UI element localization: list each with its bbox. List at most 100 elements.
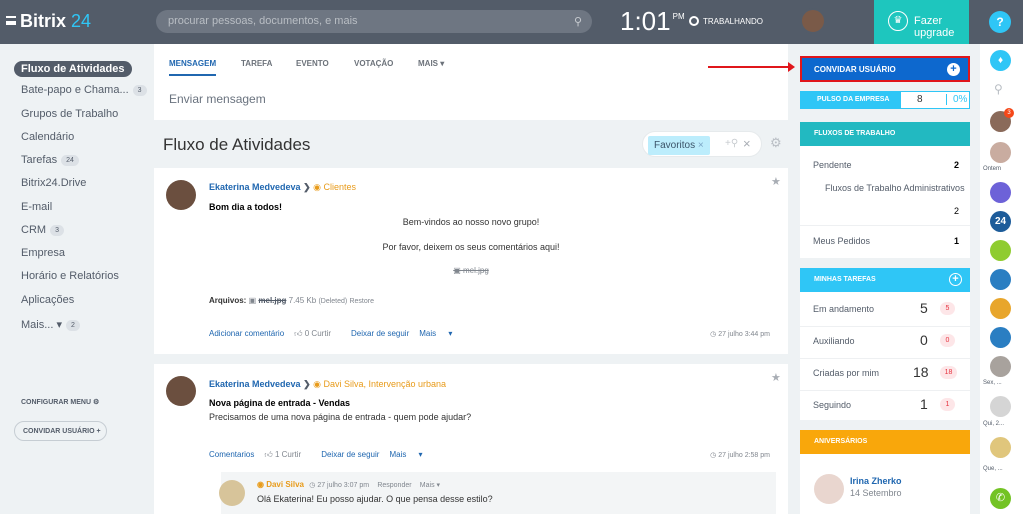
- menu-item-activity-stream[interactable]: Fluxo de Atividades: [14, 61, 132, 77]
- avatar[interactable]: [990, 437, 1011, 458]
- filter-tag[interactable]: Favoritos ×: [648, 136, 710, 155]
- star-icon[interactable]: ★: [771, 371, 781, 384]
- workflow-my-requests[interactable]: Meus Pedidos: [813, 236, 870, 246]
- plus-icon: +: [96, 428, 101, 435]
- tab-poll[interactable]: VOTAÇÃO: [354, 59, 393, 68]
- avatar[interactable]: [990, 298, 1011, 319]
- help-button[interactable]: ?: [989, 11, 1011, 33]
- task-pill[interactable]: 18: [940, 366, 957, 379]
- menu-item-applications[interactable]: Aplicações: [21, 294, 74, 306]
- star-icon[interactable]: ★: [771, 175, 781, 188]
- workflows-widget: FLUXOS DE TRABALHO Pendente 2 Fluxos de …: [800, 122, 970, 258]
- configure-menu-button[interactable]: CONFIGURAR MENU ⚙: [21, 398, 99, 406]
- tab-task[interactable]: TAREFA: [241, 59, 272, 68]
- workflows-title[interactable]: FLUXOS DE TRABALHO: [800, 122, 970, 146]
- unfollow-link[interactable]: Deixar de seguir: [321, 450, 379, 459]
- tab-event[interactable]: EVENTO: [296, 59, 329, 68]
- avatar[interactable]: [814, 474, 844, 504]
- comment-author[interactable]: ◉ Davi Silva: [257, 480, 304, 489]
- invite-user-button[interactable]: CONVIDAR USUÁRIO +: [800, 56, 970, 82]
- comment-more-link[interactable]: Mais ▾: [420, 482, 440, 489]
- menu-item-email[interactable]: E-mail: [21, 201, 52, 213]
- lock-icon[interactable]: [990, 327, 1011, 348]
- task-row-assisting[interactable]: Auxiliando: [813, 336, 855, 346]
- task-pill[interactable]: 5: [940, 302, 955, 315]
- logo[interactable]: Bitrix 24: [20, 11, 91, 32]
- avatar[interactable]: 3: [990, 108, 1014, 132]
- reply-link[interactable]: Responder: [377, 482, 411, 489]
- task-pill[interactable]: 1: [940, 398, 955, 411]
- chat-group-icon[interactable]: [990, 182, 1011, 203]
- tab-more[interactable]: MAIS ▾: [418, 59, 444, 68]
- count-badge: 24: [61, 155, 79, 166]
- group-icon[interactable]: [990, 269, 1011, 290]
- search-icon[interactable]: ⚲: [994, 82, 1003, 96]
- task-pill[interactable]: 0: [940, 334, 955, 347]
- menu-item-tasks[interactable]: Tarefas 24: [21, 154, 79, 166]
- menu-icon[interactable]: [6, 16, 16, 25]
- menu-item-chat[interactable]: Bate-papo e Chama... 3: [21, 84, 147, 96]
- like-link[interactable]: 👍︎ 1 Curtir: [264, 450, 311, 459]
- task-row-created[interactable]: Criadas por mim: [813, 368, 879, 378]
- clear-filter-icon[interactable]: ×: [743, 136, 751, 151]
- workflow-admin[interactable]: Fluxos de Trabalho Administrativos: [825, 183, 965, 193]
- clock[interactable]: 1:01 PM: [620, 6, 685, 37]
- post-image-link[interactable]: ▣ mel.jpg: [154, 266, 788, 275]
- gear-icon[interactable]: ⚙: [770, 135, 782, 151]
- menu-item-calendar[interactable]: Calendário: [21, 131, 74, 143]
- search-input[interactable]: procurar pessoas, documentos, e mais ⚲: [156, 10, 592, 33]
- avatar[interactable]: [990, 396, 1011, 417]
- post-author[interactable]: Ekaterina Medvedeva: [209, 182, 301, 192]
- divider: [800, 326, 970, 327]
- workflow-pending[interactable]: Pendente: [813, 160, 852, 170]
- lock-icon[interactable]: [990, 240, 1011, 261]
- menu-item-crm[interactable]: CRM 3: [21, 224, 64, 236]
- message-input[interactable]: Enviar mensagem: [169, 92, 266, 106]
- task-row-in-progress[interactable]: Em andamento: [813, 304, 874, 314]
- menu-item-more[interactable]: Mais... ▾ 2: [21, 318, 80, 331]
- user-avatar[interactable]: [800, 8, 826, 34]
- workflow-requests-count: 1: [954, 236, 960, 246]
- task-row-following[interactable]: Seguindo: [813, 400, 851, 410]
- close-icon[interactable]: ×: [698, 140, 704, 151]
- file-restore-link[interactable]: Restore: [349, 298, 374, 305]
- tasks-header[interactable]: MINHAS TAREFAS +: [800, 268, 970, 292]
- phone-icon[interactable]: ✆: [990, 488, 1011, 509]
- menu-item-drive[interactable]: Bitrix24.Drive: [21, 177, 86, 189]
- avatar[interactable]: [166, 376, 196, 406]
- file-name[interactable]: mel.jpg: [258, 296, 286, 305]
- like-link[interactable]: 👍︎ 0 Curtir: [294, 329, 341, 338]
- feed-post: Ekaterina Medvedeva ❯ ◉ Davi Silva, Inte…: [154, 364, 788, 514]
- unfollow-link[interactable]: Deixar de seguir: [351, 329, 409, 338]
- menu-item-company[interactable]: Empresa: [21, 247, 65, 259]
- invite-user-button[interactable]: CONVIDAR USUÁRIO +: [14, 421, 107, 441]
- post-author[interactable]: Ekaterina Medvedeva: [209, 379, 301, 389]
- bitrix24-icon[interactable]: 24: [990, 211, 1011, 232]
- search-icon[interactable]: ⚲: [574, 15, 582, 28]
- birthday-name[interactable]: Irina Zherko: [850, 476, 902, 486]
- menu-item-workgroups[interactable]: Grupos de Trabalho: [21, 108, 118, 120]
- feed-filter[interactable]: Favoritos × +⚲ ×: [642, 131, 762, 157]
- avatar[interactable]: [990, 356, 1011, 377]
- company-pulse[interactable]: PULSO DA EMPRESA 8 0%: [800, 91, 970, 109]
- comments-link[interactable]: Comentarios: [209, 450, 254, 459]
- post-text-line: Por favor, deixem os seus comentários aq…: [382, 242, 560, 252]
- menu-item-time-reports[interactable]: Horário e Relatórios: [21, 270, 119, 282]
- upgrade-button[interactable]: ♛ Fazer upgrade: [874, 0, 969, 44]
- birthday-date: 14 Setembro: [850, 488, 902, 498]
- avatar[interactable]: [219, 480, 245, 506]
- add-filter-icon[interactable]: +⚲: [725, 138, 738, 149]
- tab-message[interactable]: MENSAGEM: [169, 59, 217, 76]
- post-date: ◷ 27 julho 3:44 pm: [710, 331, 770, 338]
- more-link[interactable]: Mais ▾: [389, 450, 422, 459]
- avatar[interactable]: [166, 180, 196, 210]
- add-comment-link[interactable]: Adicionar comentário: [209, 329, 284, 338]
- birthdays-title[interactable]: ANIVERSÁRIOS: [800, 430, 970, 454]
- post-destination[interactable]: ◉ Davi Silva, Intervenção urbana: [313, 379, 446, 389]
- post-destination[interactable]: ◉ Clientes: [313, 182, 356, 192]
- plus-icon[interactable]: +: [949, 273, 962, 286]
- work-status[interactable]: TRABALHANDO: [689, 16, 763, 26]
- bell-icon[interactable]: ♦: [990, 50, 1011, 71]
- more-link[interactable]: Mais ▾: [419, 329, 452, 338]
- avatar[interactable]: [990, 142, 1011, 163]
